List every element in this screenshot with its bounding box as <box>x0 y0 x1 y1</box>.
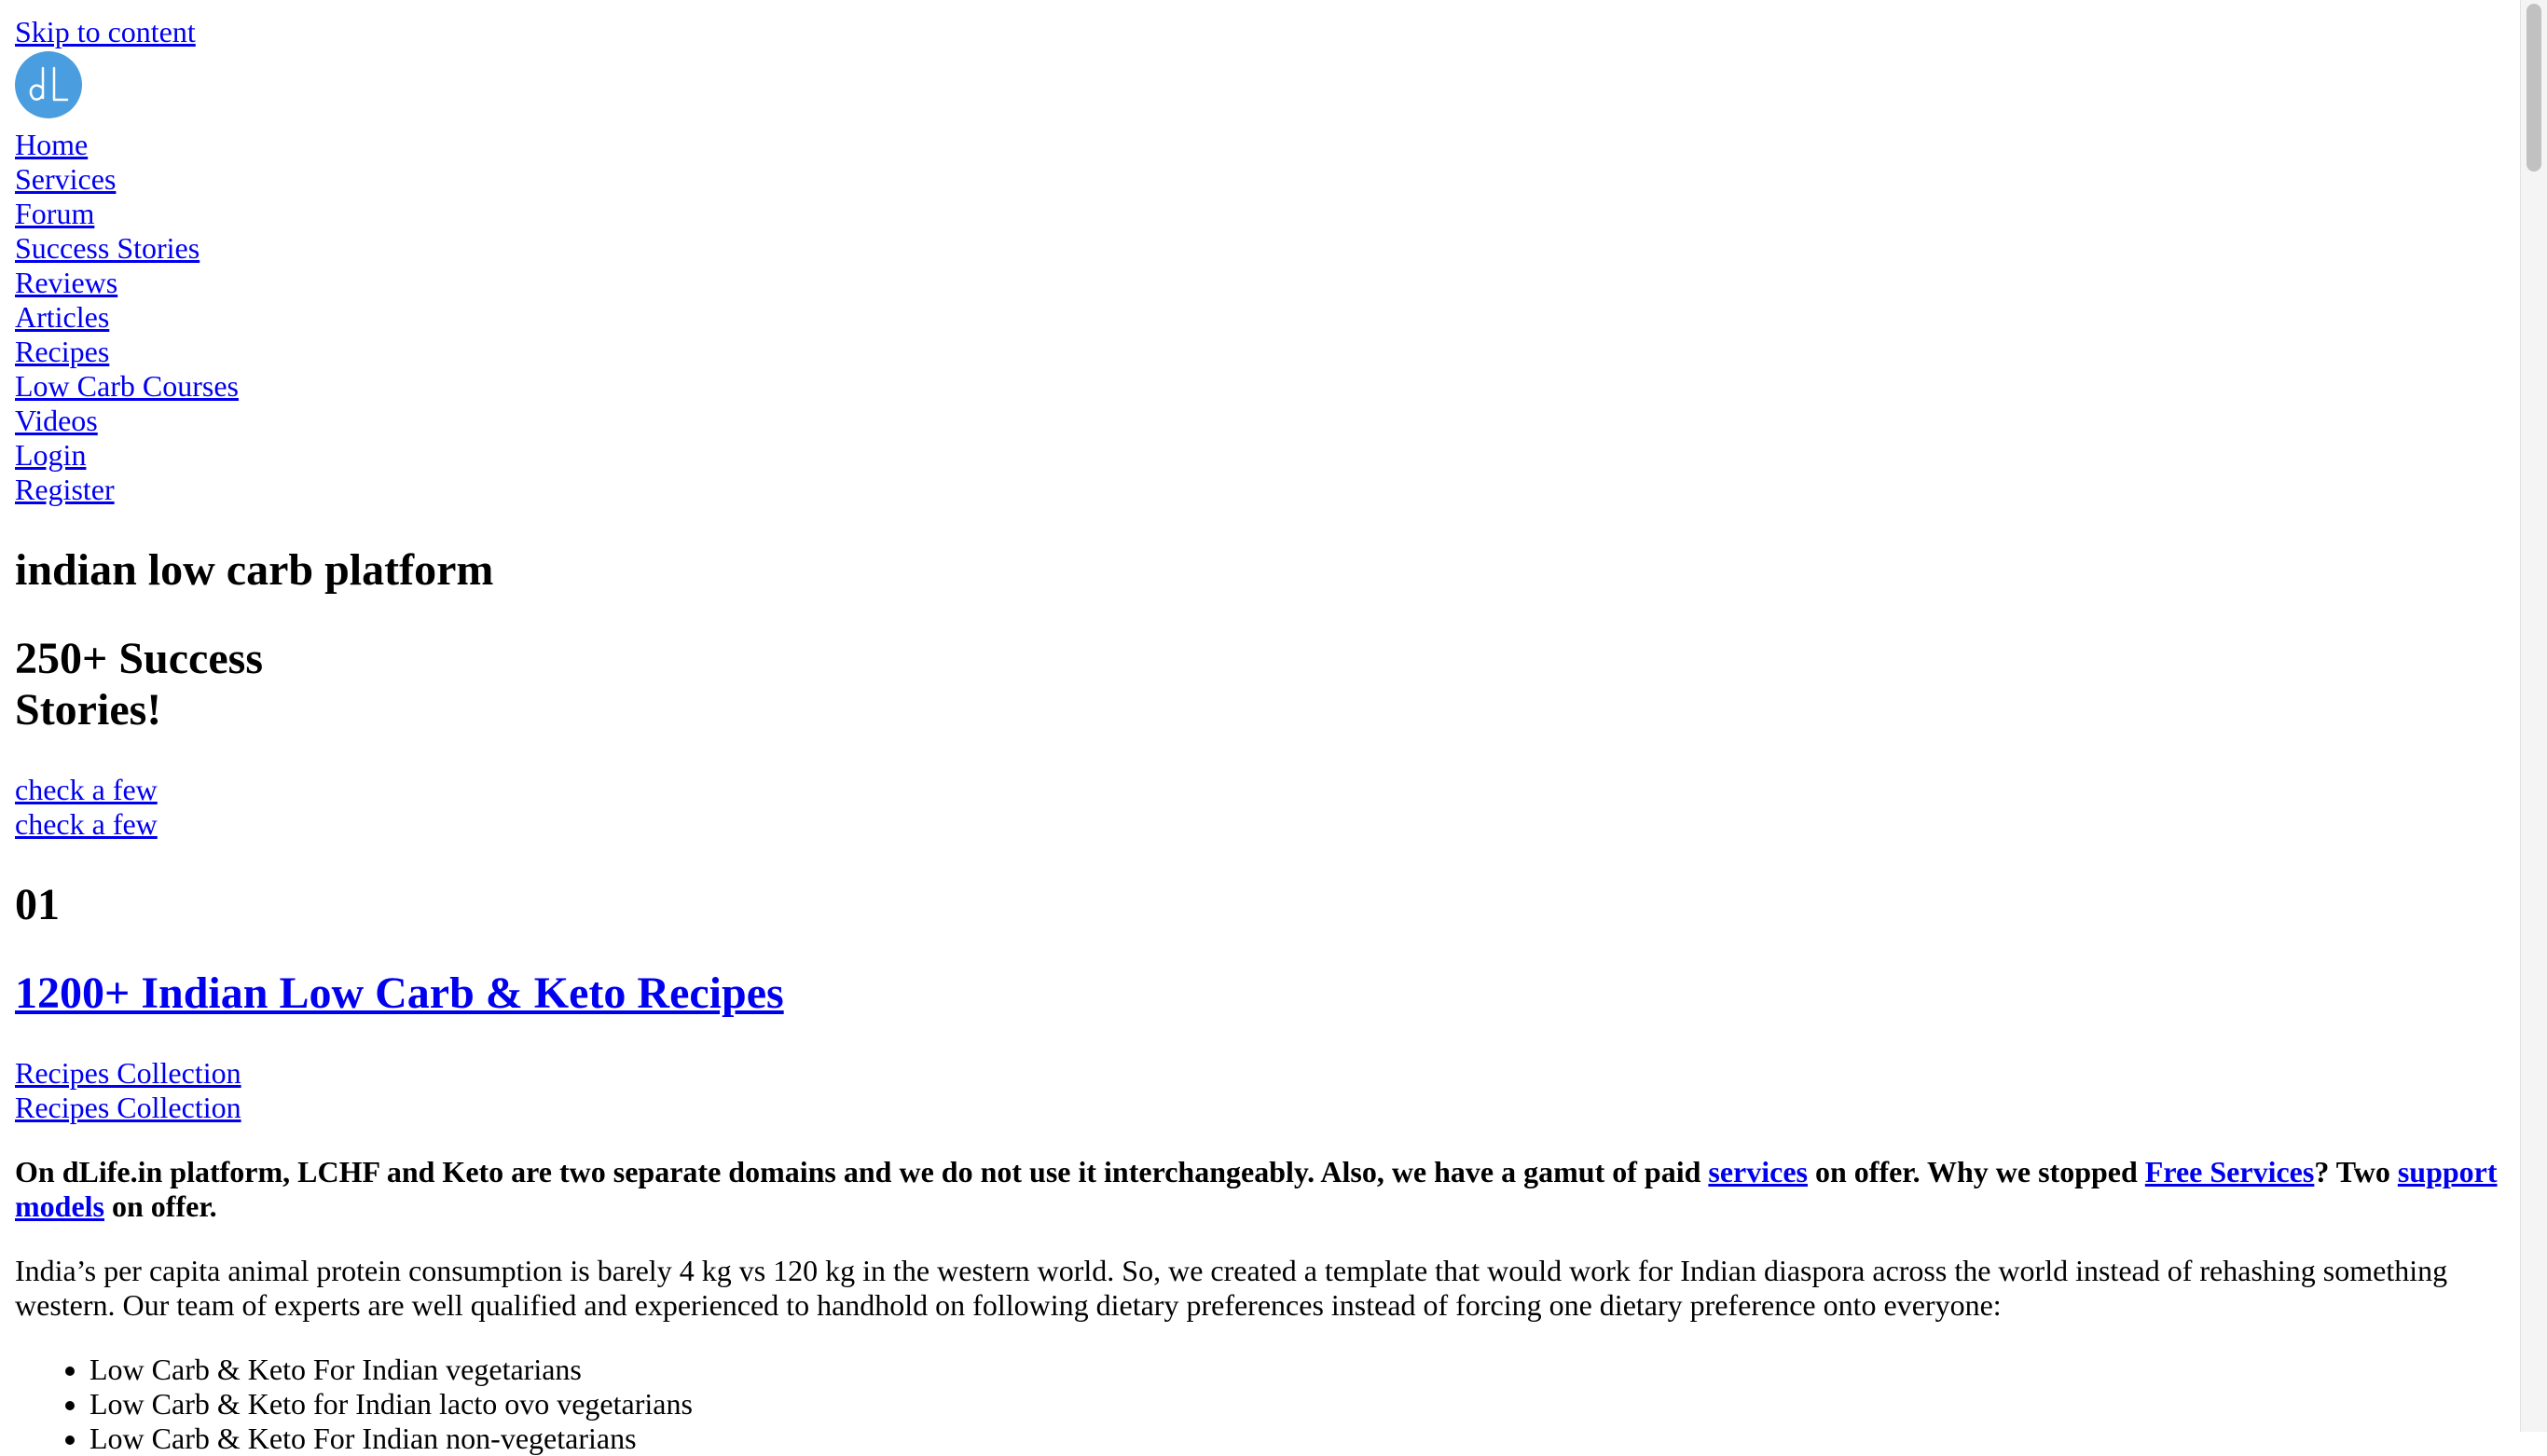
list-item: Low Carb & Keto For Indian non-vegetaria… <box>89 1422 2506 1456</box>
services-link[interactable]: services <box>1708 1155 1808 1188</box>
recipes-heading-link[interactable]: 1200+ Indian Low Carb & Keto Recipes <box>15 968 784 1018</box>
section-number: 01 <box>15 880 60 929</box>
intro-text-4: on offer. <box>104 1189 217 1223</box>
nav-item-login[interactable]: Login <box>15 438 2506 473</box>
dietary-preferences-list: Low Carb & Keto For Indian vegetarians L… <box>15 1353 2506 1456</box>
site-logo-link[interactable] <box>15 51 82 118</box>
vertical-scrollbar[interactable] <box>2520 0 2547 1432</box>
nav-item-success-stories[interactable]: Success Stories <box>15 231 2506 266</box>
intro-paragraph: On dLife.in platform, LCHF and Keto are … <box>15 1155 2506 1224</box>
list-item: Low Carb & Keto For Indian vegetarians <box>89 1353 2506 1387</box>
recipes-collection-link-secondary[interactable]: Recipes Collection <box>15 1091 2506 1125</box>
list-item: Low Carb & Keto for Indian lacto ovo veg… <box>89 1387 2506 1422</box>
recipes-collection-links: Recipes Collection Recipes Collection <box>15 1056 2506 1125</box>
recipes-collection-link[interactable]: Recipes Collection <box>15 1056 2506 1091</box>
success-stories-heading: 250+ Success Stories! <box>15 633 2506 735</box>
nav-item-services[interactable]: Services <box>15 162 2506 197</box>
free-services-link[interactable]: Free Services <box>2145 1155 2315 1188</box>
nav-item-home[interactable]: Home <box>15 128 2506 162</box>
protein-paragraph: India’s per capita animal protein consum… <box>15 1254 2448 1322</box>
page-title: indian low carb platform <box>15 545 494 595</box>
check-a-few-link-secondary[interactable]: check a few <box>15 807 2506 842</box>
intro-text-3: ? Two <box>2314 1155 2398 1188</box>
page-content: Skip to content Home Services Forum Succ… <box>15 0 2506 1456</box>
intro-text-1: On dLife.in platform, LCHF and Keto are … <box>15 1155 1709 1188</box>
nav-item-videos[interactable]: Videos <box>15 404 2506 438</box>
success-heading-line1: 250+ Success <box>15 634 264 683</box>
check-links: check a few check a few <box>15 773 2506 842</box>
nav-item-forum[interactable]: Forum <box>15 197 2506 231</box>
nav-item-reviews[interactable]: Reviews <box>15 266 2506 300</box>
scrollbar-thumb[interactable] <box>2526 4 2541 172</box>
dlife-logo-icon <box>15 51 82 118</box>
check-a-few-link[interactable]: check a few <box>15 773 2506 807</box>
nav-item-articles[interactable]: Articles <box>15 300 2506 335</box>
nav-item-recipes[interactable]: Recipes <box>15 335 2506 369</box>
recipes-heading: 1200+ Indian Low Carb & Keto Recipes <box>15 968 2506 1019</box>
nav-item-register[interactable]: Register <box>15 473 2506 507</box>
success-heading-line2: Stories! <box>15 685 162 735</box>
skip-to-content-link[interactable]: Skip to content <box>15 15 2506 49</box>
nav-item-low-carb-courses[interactable]: Low Carb Courses <box>15 369 2506 404</box>
intro-text-2: on offer. Why we stopped <box>1807 1155 2145 1188</box>
main-navigation: Home Services Forum Success Stories Revi… <box>15 128 2506 507</box>
